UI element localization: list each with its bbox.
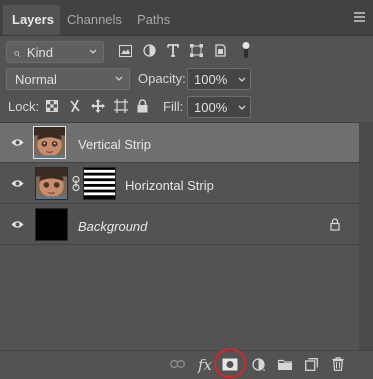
layers-bottom-toolbar: fx	[0, 350, 373, 379]
new-group-folder-icon[interactable]	[278, 359, 292, 370]
link-layers-icon[interactable]	[170, 360, 185, 368]
lock-transparent-pixels-icon[interactable]	[46, 100, 58, 112]
chevron-down-icon	[115, 76, 123, 81]
layer-thumbnail[interactable]	[35, 208, 68, 241]
fill-dropdown-button[interactable]	[234, 96, 251, 118]
filter-toggle-icon[interactable]	[241, 41, 251, 59]
lock-icon[interactable]	[330, 218, 340, 231]
add-mask-highlight-circle	[214, 348, 246, 378]
filter-row: ⌕ Kind	[0, 38, 373, 64]
lock-image-pixels-icon[interactable]	[69, 99, 81, 113]
chevron-down-icon	[238, 77, 246, 82]
opacity-input[interactable]: 100%	[187, 68, 235, 90]
opacity-label: Opacity:	[138, 71, 186, 86]
layer-mask-thumbnail[interactable]	[83, 167, 116, 200]
layer-name[interactable]: Background	[78, 219, 147, 234]
pixel-layer-filter-icon[interactable]	[119, 45, 132, 57]
blend-mode-value: Normal	[15, 72, 57, 87]
tab-layers[interactable]: Layers	[3, 5, 60, 35]
layer-name[interactable]: Vertical Strip	[78, 137, 151, 152]
tab-channels[interactable]: Channels	[65, 5, 131, 35]
layers-list: Vertical Strip Horizontal Strip Backgrou…	[0, 122, 373, 350]
fill-input[interactable]: 100%	[187, 96, 235, 118]
layer-row-horizontal-strip[interactable]: Horizontal Strip	[0, 164, 359, 204]
blend-row: Normal Opacity: 100%	[0, 66, 373, 92]
smart-object-filter-icon[interactable]	[214, 44, 227, 57]
panel-tab-bar: Layers Channels Paths	[0, 0, 373, 36]
search-icon: ⌕	[13, 45, 21, 60]
chevron-down-icon	[238, 105, 246, 110]
layer-row-vertical-strip[interactable]: Vertical Strip	[0, 123, 359, 163]
layer-row-background[interactable]: Background	[0, 205, 359, 245]
shape-filter-icon[interactable]	[190, 44, 203, 57]
blend-mode-dropdown[interactable]: Normal	[6, 68, 130, 90]
lock-row: Lock: Fill: 100%	[0, 94, 373, 120]
layer-thumbnail[interactable]	[33, 126, 66, 159]
layer-style-fx-button[interactable]: fx	[198, 356, 212, 374]
filter-kind-label: Kind	[26, 45, 53, 60]
type-filter-icon[interactable]	[167, 44, 179, 57]
mask-link-icon[interactable]	[72, 176, 80, 191]
new-layer-icon[interactable]	[305, 358, 318, 371]
panel-menu-icon[interactable]	[354, 12, 365, 22]
opacity-dropdown-button[interactable]	[234, 68, 251, 90]
layers-scrollbar[interactable]	[359, 122, 373, 350]
lock-position-icon[interactable]	[91, 99, 105, 113]
filter-kind-dropdown[interactable]: ⌕ Kind	[6, 41, 104, 63]
lock-artboard-icon[interactable]	[114, 99, 128, 113]
visibility-eye-icon[interactable]	[11, 220, 24, 229]
fill-label: Fill:	[163, 99, 184, 114]
layer-name[interactable]: Horizontal Strip	[125, 178, 214, 193]
lock-label: Lock:	[8, 99, 40, 114]
adjustment-layer-icon[interactable]	[252, 358, 266, 372]
visibility-eye-icon[interactable]	[11, 138, 24, 147]
delete-layer-trash-icon[interactable]	[332, 357, 344, 371]
lock-all-icon[interactable]	[137, 99, 148, 113]
layer-thumbnail[interactable]	[35, 167, 68, 200]
chevron-down-icon	[89, 49, 97, 54]
adjustment-filter-icon[interactable]	[143, 44, 156, 57]
visibility-eye-icon[interactable]	[11, 179, 24, 188]
tab-paths[interactable]: Paths	[137, 5, 177, 35]
